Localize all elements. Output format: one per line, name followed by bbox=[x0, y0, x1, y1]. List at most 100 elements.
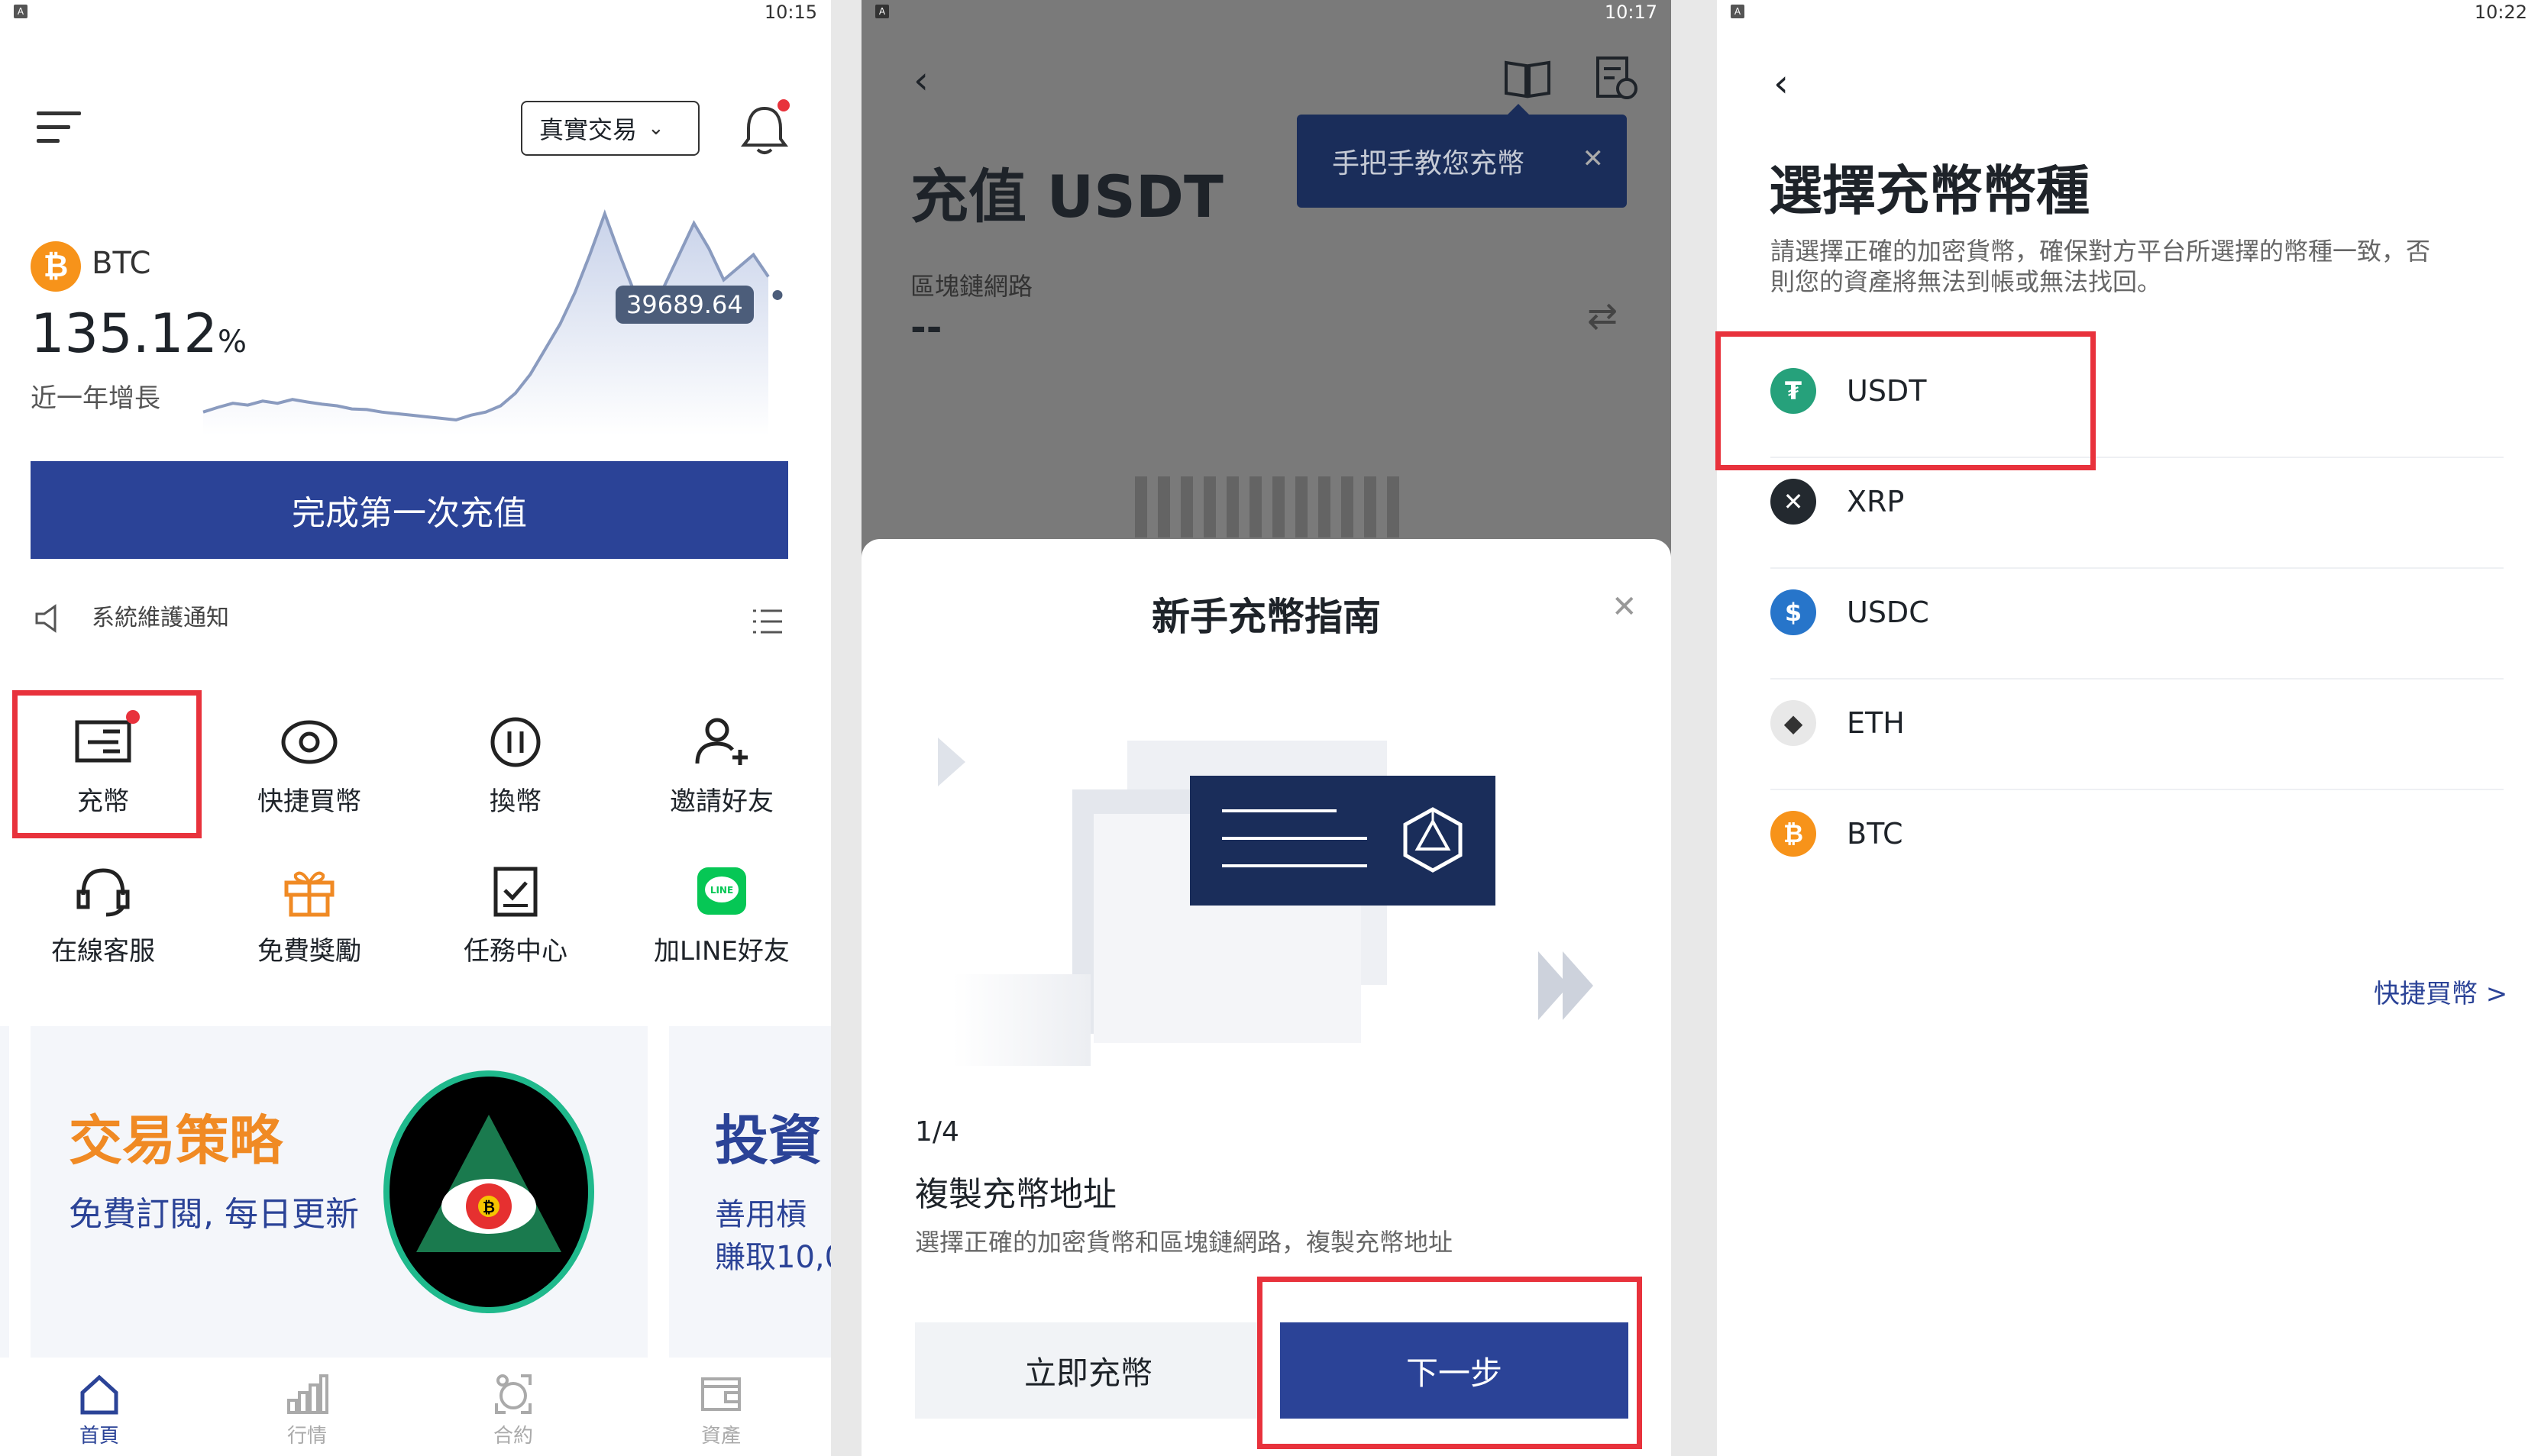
notice-text[interactable]: 系統維護通知 bbox=[92, 599, 229, 632]
modal-close-icon[interactable]: ✕ bbox=[1612, 589, 1637, 625]
network-value[interactable]: -- bbox=[910, 305, 942, 350]
growth-label: 近一年增長 bbox=[31, 383, 160, 414]
shortcut-gift[interactable]: 免費獎勵 bbox=[229, 864, 390, 986]
contract-icon bbox=[492, 1373, 535, 1416]
home-icon bbox=[78, 1373, 121, 1416]
banner2-line2: 賺取10,0 bbox=[715, 1240, 831, 1275]
illus-arrow-left bbox=[938, 738, 965, 786]
line-icon: LINE bbox=[691, 864, 752, 918]
illus-line-1 bbox=[1222, 809, 1337, 812]
bottom-nav: 首頁 行情 合約 資產 bbox=[0, 1358, 831, 1456]
status-badge: A bbox=[875, 5, 889, 18]
deposit-now-button[interactable]: 立即充幣 bbox=[915, 1322, 1262, 1419]
nav-market[interactable]: 行情 bbox=[276, 1373, 338, 1448]
tooltip-close-icon[interactable]: ✕ bbox=[1582, 144, 1605, 174]
nav-wallet[interactable]: 資產 bbox=[690, 1373, 752, 1448]
shortcut-invite[interactable]: 邀請好友 bbox=[642, 715, 802, 837]
xrp-coin-icon: ✕ bbox=[1770, 479, 1816, 525]
illus-line-2 bbox=[1222, 837, 1367, 840]
svg-text:₿: ₿ bbox=[483, 1198, 495, 1216]
deposit-usdt-screen: A 10:17 ‹ 充值 USDT 手把手教您充幣 ✕ 區塊鏈網路 -- ⇄ 新… bbox=[831, 0, 1680, 1456]
network-label: 區塊鏈網路 bbox=[910, 272, 1033, 301]
market-icon bbox=[286, 1373, 328, 1416]
coin-symbol: XRP bbox=[1847, 485, 1905, 518]
swap-icon bbox=[485, 715, 546, 768]
menu-icon[interactable] bbox=[37, 107, 81, 147]
deposit-now-label: 立即充幣 bbox=[1023, 1354, 1153, 1392]
modal-title: 新手充幣指南 bbox=[1152, 595, 1381, 639]
nav-contract[interactable]: 合約 bbox=[483, 1373, 544, 1448]
first-deposit-label: 完成第一次充值 bbox=[292, 494, 527, 533]
quick-buy-icon bbox=[279, 715, 340, 768]
task-icon bbox=[485, 864, 546, 918]
shortcut-task[interactable]: 任務中心 bbox=[435, 864, 596, 986]
speaker-icon bbox=[34, 603, 69, 634]
chevron-down-icon: ⌄ bbox=[648, 117, 664, 140]
first-deposit-button[interactable]: 完成第一次充值 bbox=[31, 461, 788, 559]
shortcut-quick-buy[interactable]: 快捷買幣 bbox=[229, 715, 390, 837]
shortcut-label: 任務中心 bbox=[464, 936, 567, 967]
forward-arrows-icon bbox=[1538, 951, 1599, 1020]
shortcut-label: 在線客服 bbox=[51, 936, 155, 967]
page-description-2: 則您的資產將無法到帳或無法找回。 bbox=[1770, 267, 2162, 296]
notice-list-icon[interactable] bbox=[752, 608, 782, 635]
status-badge: A bbox=[1731, 5, 1744, 18]
shortcut-swap[interactable]: 換幣 bbox=[435, 715, 596, 837]
strategy-banner[interactable]: 交易策略 免費訂閱, 每日更新 ₿ bbox=[31, 1026, 648, 1358]
shortcut-label: 邀請好友 bbox=[670, 786, 774, 817]
nav-label: 資產 bbox=[700, 1425, 741, 1448]
trading-mode-select[interactable]: 真實交易 ⌄ bbox=[521, 101, 700, 156]
illus-line-3 bbox=[1222, 864, 1367, 867]
wallet-icon bbox=[700, 1373, 742, 1416]
tooltip-text: 手把手教您充幣 bbox=[1332, 148, 1525, 179]
step-counter: 1/4 bbox=[915, 1116, 959, 1148]
qr-code-peek bbox=[1135, 476, 1401, 538]
coin-symbol: ETH bbox=[1847, 706, 1905, 740]
eth-coin-icon: ◆ bbox=[1770, 700, 1816, 746]
shortcut-line[interactable]: LINE 加LINE好友 bbox=[642, 864, 802, 986]
invite-icon bbox=[691, 715, 752, 768]
status-bar: A 10:17 bbox=[862, 0, 1671, 31]
growth-number: 135.12 bbox=[31, 302, 218, 365]
gift-icon bbox=[279, 864, 340, 918]
nav-label: 合約 bbox=[493, 1425, 533, 1448]
coin-row-xrp[interactable]: ✕ XRP bbox=[1770, 462, 2504, 569]
coin-name: BTC bbox=[92, 246, 151, 281]
status-time: 10:17 bbox=[1604, 2, 1657, 23]
quick-buy-link[interactable]: 快捷買幣 > bbox=[2374, 973, 2507, 1010]
shortcut-label: 加LINE好友 bbox=[654, 936, 790, 967]
coin-row-usdc[interactable]: $ USDC bbox=[1770, 573, 2504, 680]
banner-subtitle: 免費訂閱, 每日更新 bbox=[69, 1195, 359, 1234]
shortcut-label: 快捷買幣 bbox=[257, 786, 361, 817]
home-screen: A 10:15 真實交易 ⌄ ₿ BTC 135.12% 近一年增長 39689… bbox=[0, 0, 831, 1456]
banner2-title: 投資 bbox=[715, 1109, 822, 1172]
back-arrow-icon[interactable]: ‹ bbox=[913, 58, 929, 102]
history-icon[interactable] bbox=[1595, 55, 1637, 101]
swap-network-icon[interactable]: ⇄ bbox=[1587, 295, 1618, 337]
shortcut-label: 免費獎勵 bbox=[257, 936, 361, 967]
guide-book-icon[interactable] bbox=[1503, 56, 1552, 99]
shortcut-headset[interactable]: 在線客服 bbox=[23, 864, 183, 986]
svg-text:LINE: LINE bbox=[710, 885, 733, 896]
shortcut-label: 換幣 bbox=[490, 786, 541, 817]
nav-label: 首頁 bbox=[79, 1425, 119, 1448]
coin-row-btc[interactable]: ₿ BTC bbox=[1770, 794, 2504, 901]
illus-card-grad bbox=[953, 974, 1091, 1066]
back-arrow-icon[interactable]: ‹ bbox=[1773, 61, 1789, 105]
tooltip: 手把手教您充幣 ✕ bbox=[1297, 104, 1627, 208]
chart-price-tag: 39689.64 bbox=[616, 286, 754, 324]
page-title: 充值 USDT bbox=[910, 163, 1224, 231]
highlight-box bbox=[12, 690, 202, 838]
coin-symbol: USDC bbox=[1847, 596, 1929, 629]
step-title: 複製充幣地址 bbox=[915, 1175, 1117, 1214]
page-title: 選擇充幣幣種 bbox=[1769, 160, 2090, 222]
coin-row-eth[interactable]: ◆ ETH bbox=[1770, 683, 2504, 790]
select-coin-screen: A 10:22 ‹ 選擇充幣幣種 請選擇正確的加密貨幣，確保對方平台所選擇的幣種… bbox=[1680, 0, 2541, 1456]
notification-bell-icon[interactable] bbox=[738, 99, 791, 157]
invest-banner[interactable]: 投資 善用槓 賺取10,0 bbox=[669, 1026, 831, 1358]
chart-marker-dot bbox=[768, 286, 787, 304]
usdc-coin-icon: $ bbox=[1770, 589, 1816, 635]
banner-left-peek bbox=[0, 1026, 9, 1358]
status-time: 10:15 bbox=[764, 2, 817, 23]
nav-home[interactable]: 首頁 bbox=[69, 1373, 130, 1448]
